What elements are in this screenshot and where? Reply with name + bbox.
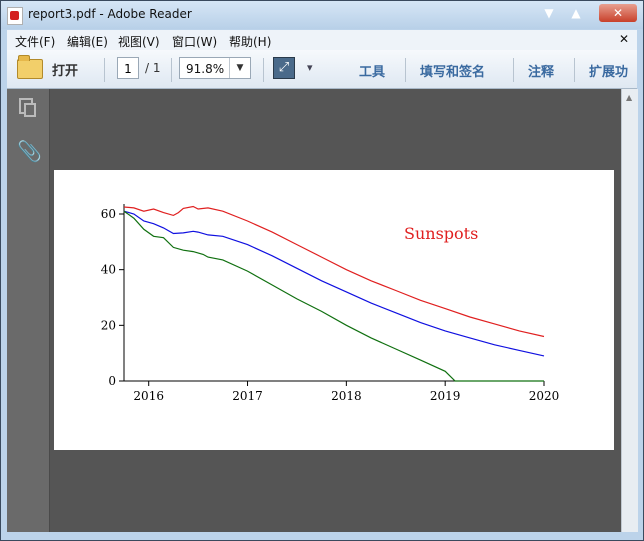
menu-window[interactable]: 窗口(W) (172, 33, 217, 50)
window-title: report3.pdf - Adobe Reader (28, 7, 192, 21)
extend-link[interactable]: 扩展功 (589, 61, 628, 80)
page-total: / 1 (145, 61, 161, 75)
page-number-input[interactable]: 1 (117, 57, 139, 79)
comment-link[interactable]: 注释 (528, 61, 554, 80)
line-chart: 0 20 40 60 2016 2017 2018 2019 2020 Sunspots (101, 204, 560, 403)
menu-bar: 文件(F) 编辑(E) 视图(V) 窗口(W) 帮助(H) ✕ (7, 30, 637, 50)
y-tick-label: 0 (108, 374, 116, 388)
paperclip-icon[interactable]: 📎 (17, 139, 42, 163)
y-tick-label: 20 (101, 318, 116, 332)
toolbar-divider (171, 58, 172, 82)
menu-help[interactable]: 帮助(H) (229, 33, 271, 50)
pdf-icon (7, 7, 23, 25)
app-window: report3.pdf - Adobe Reader ▼ ▲ ✕ 文件(F) 编… (0, 0, 644, 541)
fit-page-icon[interactable]: ⤢ (273, 57, 295, 79)
y-tick-label: 60 (101, 207, 116, 221)
zoom-value: 91.8% (186, 62, 225, 76)
x-tick-label: 2016 (133, 389, 164, 403)
x-tick-label: 2020 (529, 389, 560, 403)
toolbar-divider (513, 58, 514, 82)
more-options-icon[interactable]: ▾ (307, 61, 313, 74)
toolbar: 打开 1 / 1 91.8% ▼ ⤢ ▾ 工具 填写和签名 注释 扩展功 (7, 50, 637, 89)
maximize-icon[interactable]: ▲ (564, 4, 588, 22)
scroll-up-icon[interactable]: ▲ (626, 93, 632, 102)
menu-view[interactable]: 视图(V) (118, 33, 160, 50)
tools-link[interactable]: 工具 (359, 61, 385, 80)
series-line-2 (123, 210, 545, 357)
chevron-down-icon[interactable]: ▼ (229, 58, 250, 78)
open-button[interactable]: 打开 (52, 60, 78, 79)
close-icon[interactable]: ✕ (619, 32, 629, 46)
series-line-1 (123, 205, 545, 338)
minimize-icon[interactable]: ▼ (537, 4, 561, 22)
y-tick-label: 40 (101, 263, 116, 277)
toolbar-divider (405, 58, 406, 82)
vertical-scrollbar[interactable]: ▲ (621, 89, 638, 532)
x-tick-label: 2017 (232, 389, 263, 403)
series-line-3 (123, 210, 544, 382)
chart-annotation: Sunspots (404, 224, 478, 243)
toolbar-divider (574, 58, 575, 82)
menu-edit[interactable]: 编辑(E) (67, 33, 108, 50)
fill-sign-link[interactable]: 填写和签名 (420, 61, 485, 80)
folder-open-icon[interactable] (17, 55, 43, 79)
pages-panel-icon[interactable] (19, 98, 36, 117)
toolbar-divider (263, 58, 264, 82)
x-tick-label: 2018 (331, 389, 362, 403)
pdf-page: 0 20 40 60 2016 2017 2018 2019 2020 Sunspots (54, 170, 614, 450)
zoom-select[interactable]: 91.8% ▼ (179, 57, 251, 79)
x-tick-label: 2019 (430, 389, 461, 403)
toolbar-divider (104, 58, 105, 82)
document-area[interactable]: 0 20 40 60 2016 2017 2018 2019 2020 Sunspots (50, 89, 621, 532)
close-window-icon[interactable]: ✕ (599, 4, 637, 22)
menu-file[interactable]: 文件(F) (15, 33, 55, 50)
navigation-panel: 📎 (7, 89, 50, 532)
title-bar: report3.pdf - Adobe Reader ▼ ▲ ✕ (1, 1, 643, 29)
